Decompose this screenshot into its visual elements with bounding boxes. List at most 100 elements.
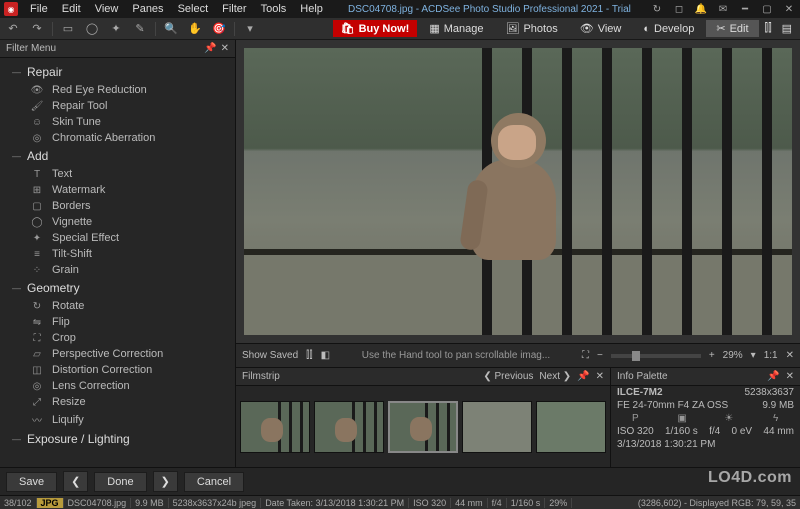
photo-canvas — [244, 48, 792, 335]
filter-distortion-correction[interactable]: ◫Distortion Correction — [0, 362, 235, 378]
thumb-selected[interactable] — [388, 401, 458, 453]
menu-edit[interactable]: Edit — [56, 1, 87, 17]
image-viewer[interactable]: Show Saved ⫿⫿ ◧ Use the Hand tool to pan… — [236, 40, 800, 367]
zoom-slider[interactable] — [611, 354, 701, 358]
filter-resize[interactable]: ⤢Resize — [0, 394, 235, 410]
buy-now-button[interactable]: 🛍 Buy Now! — [333, 20, 418, 37]
filter-group-add[interactable]: —Add — [0, 146, 235, 166]
zoom-out-icon[interactable]: − — [597, 350, 603, 361]
filter-special-effect[interactable]: ✦Special Effect — [0, 230, 235, 246]
filter-tree[interactable]: —Repair👁Red Eye Reduction🖌Repair Tool☺Sk… — [0, 58, 235, 467]
panel-close-icon[interactable]: ✕ — [221, 43, 229, 54]
mode-photos[interactable]: 🖼Photos — [496, 20, 568, 37]
filter-liquify[interactable]: 〰Liquify — [0, 410, 235, 429]
filter-chromatic-aberration[interactable]: ◎Chromatic Aberration — [0, 130, 235, 146]
menu-tools[interactable]: Tools — [255, 1, 293, 17]
redo-icon[interactable]: ↷ — [28, 20, 46, 38]
save-button[interactable]: Save — [6, 472, 57, 492]
histogram-icon[interactable]: ⫿⫿ — [306, 350, 312, 361]
cancel-button[interactable]: Cancel — [184, 472, 244, 492]
minimize-icon[interactable]: ━ — [738, 4, 752, 15]
thumb[interactable] — [462, 401, 532, 453]
message-icon[interactable]: ✉ — [716, 4, 730, 15]
filter-lens-correction[interactable]: ◎Lens Correction — [0, 378, 235, 394]
thumb[interactable] — [314, 401, 384, 453]
thumb[interactable] — [240, 401, 310, 453]
filter-repair-tool[interactable]: 🖌Repair Tool — [0, 98, 235, 114]
prev-image-button[interactable]: ❮ — [63, 471, 88, 492]
mode-develop[interactable]: ◐Develop — [633, 21, 704, 37]
group-label: Geometry — [27, 281, 80, 295]
menu-file[interactable]: File — [24, 1, 54, 17]
grid-icon: ▦ — [429, 22, 439, 35]
filter-tilt-shift[interactable]: ≡Tilt-Shift — [0, 246, 235, 262]
menu-filter[interactable]: Filter — [216, 1, 252, 17]
filmstrip-prev[interactable]: ❮ Previous — [483, 371, 533, 382]
filter-rotate[interactable]: ↻Rotate — [0, 298, 235, 314]
mode-365[interactable]: ⫿⫿ — [761, 20, 776, 37]
account-icon[interactable]: ◻ — [672, 4, 686, 15]
filter-group-repair[interactable]: —Repair — [0, 62, 235, 82]
more-tools-icon[interactable]: ▾ — [241, 20, 259, 38]
select-lasso-icon[interactable]: ◯ — [83, 20, 101, 38]
hand-icon[interactable]: ✋ — [186, 20, 204, 38]
compare-icon[interactable]: ◧ — [321, 350, 330, 361]
filmstrip-next[interactable]: Next ❯ — [539, 371, 571, 382]
filter-grain[interactable]: ⁘Grain — [0, 262, 235, 278]
brush-icon[interactable]: ✎ — [131, 20, 149, 38]
menu-panes[interactable]: Panes — [126, 1, 169, 17]
menu-select[interactable]: Select — [172, 1, 215, 17]
next-image-button[interactable]: ❯ — [153, 471, 178, 492]
done-button[interactable]: Done — [94, 472, 146, 492]
select-rect-icon[interactable]: ▭ — [59, 20, 77, 38]
filter-borders[interactable]: ▢Borders — [0, 198, 235, 214]
filter-group-geometry[interactable]: —Geometry — [0, 278, 235, 298]
filter-item-icon: ⊞ — [30, 185, 44, 196]
status-cursor-rgb: (3286,602) - Displayed RGB: 79, 59, 35 — [634, 498, 800, 508]
filter-text[interactable]: TText — [0, 166, 235, 182]
filter-vignette[interactable]: ◯Vignette — [0, 214, 235, 230]
filter-red-eye-reduction[interactable]: 👁Red Eye Reduction — [0, 82, 235, 98]
filmstrip-thumbs[interactable] — [236, 386, 610, 467]
filter-perspective-correction[interactable]: ▱Perspective Correction — [0, 346, 235, 362]
filter-item-label: Perspective Correction — [52, 348, 163, 360]
sync-icon[interactable]: ↻ — [650, 4, 664, 15]
close-icon[interactable]: ✕ — [782, 4, 796, 15]
menu-view[interactable]: View — [89, 1, 125, 17]
magic-wand-icon[interactable]: ✦ — [107, 20, 125, 38]
filter-flip[interactable]: ⇋Flip — [0, 314, 235, 330]
undo-icon[interactable]: ↶ — [4, 20, 22, 38]
zoom-icon[interactable]: 🔍 — [162, 20, 180, 38]
status-format-badge: JPG — [37, 498, 64, 508]
mode-view[interactable]: 👁View — [570, 20, 632, 37]
group-label: Repair — [27, 65, 62, 79]
develop-icon: ◐ — [643, 23, 650, 35]
filmstrip-close-icon[interactable]: ✕ — [596, 371, 604, 382]
zoom-dropdown-icon[interactable]: ▾ — [751, 350, 756, 361]
filter-group-exposure-lighting[interactable]: —Exposure / Lighting — [0, 429, 235, 449]
maximize-icon[interactable]: ▢ — [760, 4, 774, 15]
pin-icon[interactable]: 📌 — [204, 43, 216, 54]
zoom-fit-icon[interactable]: ⛶ — [582, 350, 589, 361]
unpin-viewer-icon[interactable]: ✕ — [786, 350, 794, 361]
filmstrip-pin-icon[interactable]: 📌 — [577, 371, 589, 382]
mode-manage[interactable]: ▦Manage — [419, 20, 493, 37]
filter-item-icon: 🖌 — [30, 101, 44, 112]
filter-skin-tune[interactable]: ☺Skin Tune — [0, 114, 235, 130]
filter-item-label: Grain — [52, 264, 79, 276]
zoom-in-icon[interactable]: + — [709, 350, 715, 361]
info-pin-icon[interactable]: 📌 — [767, 371, 779, 382]
info-close-icon[interactable]: ✕ — [786, 371, 794, 382]
menu-help[interactable]: Help — [294, 1, 329, 17]
mode-dashboard[interactable]: ▤ — [778, 20, 796, 37]
thumb[interactable] — [536, 401, 606, 453]
bell-icon[interactable]: 🔔 — [694, 4, 708, 15]
filter-watermark[interactable]: ⊞Watermark — [0, 182, 235, 198]
eyedropper-icon[interactable]: 🎯 — [210, 20, 228, 38]
status-dimensions: 5238x3637x24b jpeg — [169, 498, 262, 508]
zoom-ratio[interactable]: 1:1 — [764, 350, 778, 361]
filter-menu-panel: Filter Menu 📌✕ —Repair👁Red Eye Reduction… — [0, 40, 236, 467]
filter-crop[interactable]: ⛶Crop — [0, 330, 235, 346]
mode-edit[interactable]: ✂Edit — [706, 20, 758, 37]
show-saved-button[interactable]: Show Saved — [242, 350, 298, 361]
